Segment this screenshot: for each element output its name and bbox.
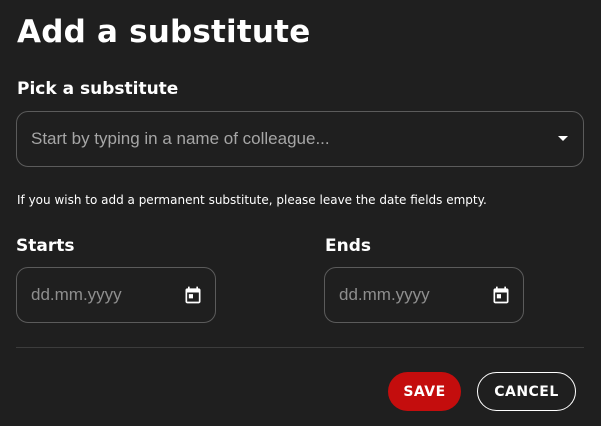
ends-label: Ends — [325, 236, 372, 256]
permanent-hint: If you wish to add a permanent substitut… — [17, 193, 487, 207]
starts-placeholder: dd.mm.yyyy — [31, 285, 122, 304]
substitute-label: Pick a substitute — [17, 79, 179, 99]
dialog-title: Add a substitute — [17, 14, 311, 50]
caret-down-icon[interactable] — [558, 136, 568, 141]
save-button[interactable]: SAVE — [388, 372, 461, 411]
calendar-icon[interactable] — [183, 285, 203, 305]
ends-date-input[interactable]: dd.mm.yyyy — [324, 267, 524, 323]
starts-label: Starts — [16, 236, 75, 256]
cancel-button[interactable]: CANCEL — [477, 372, 576, 411]
ends-placeholder: dd.mm.yyyy — [339, 285, 430, 304]
substitute-placeholder: Start by typing in a name of colleague..… — [31, 129, 330, 148]
calendar-icon[interactable] — [491, 285, 511, 305]
footer-divider — [16, 347, 584, 348]
substitute-select[interactable]: Start by typing in a name of colleague..… — [16, 111, 584, 167]
starts-date-input[interactable]: dd.mm.yyyy — [16, 267, 216, 323]
add-substitute-dialog: Add a substitute Pick a substitute Start… — [0, 0, 601, 426]
